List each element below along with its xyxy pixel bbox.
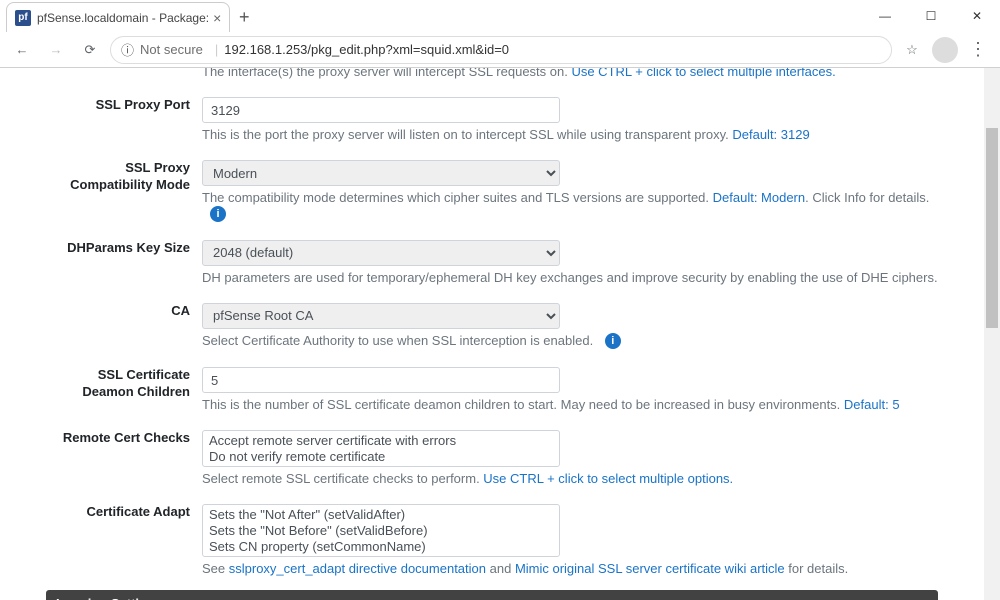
- label-compat-mode: SSL Proxy Compatibility Mode: [46, 160, 202, 222]
- tab-close-icon[interactable]: ×: [213, 10, 221, 26]
- window-close-icon[interactable]: ✕: [954, 0, 1000, 32]
- vertical-scrollbar[interactable]: [984, 68, 1000, 600]
- default-modern-link[interactable]: Default: Modern: [713, 190, 806, 205]
- scrollbar-thumb[interactable]: [986, 128, 998, 328]
- help-ca: Select Certificate Authority to use when…: [202, 333, 938, 350]
- not-secure-label: Not secure: [140, 42, 203, 57]
- forward-button[interactable]: →: [42, 36, 70, 64]
- bookmark-star-icon[interactable]: ☆: [898, 36, 926, 64]
- help-compat-mode: The compatibility mode determines which …: [202, 190, 938, 222]
- default-port-link[interactable]: Default: 3129: [732, 127, 809, 142]
- help-dhparams: DH parameters are used for temporary/eph…: [202, 270, 938, 285]
- label-ssl-proxy-port: SSL Proxy Port: [46, 97, 202, 142]
- help-cert-adapt: See sslproxy_cert_adapt directive docume…: [202, 561, 938, 576]
- cert-adapt-doc-link[interactable]: sslproxy_cert_adapt directive documentat…: [229, 561, 486, 576]
- browser-tab[interactable]: pf pfSense.localdomain - Package: ×: [6, 2, 230, 32]
- browser-titlebar: pf pfSense.localdomain - Package: × + — …: [0, 0, 1000, 32]
- remote-checks-select[interactable]: Accept remote server certificate with er…: [202, 430, 560, 467]
- help-remote-checks: Select remote SSL certificate checks to …: [202, 471, 938, 486]
- address-field[interactable]: ⓘ Not secure | 192.168.1.253/pkg_edit.ph…: [110, 36, 892, 64]
- ssl-proxy-port-input[interactable]: [202, 97, 560, 123]
- label-remote-checks: Remote Cert Checks: [46, 430, 202, 486]
- cert-adapt-select[interactable]: Sets the "Not After" (setValidAfter) Set…: [202, 504, 560, 557]
- window-maximize-icon[interactable]: ☐: [908, 0, 954, 32]
- logging-section-header: Logging Settings: [46, 590, 938, 600]
- tab-title: pfSense.localdomain - Package:: [37, 11, 209, 25]
- info-icon[interactable]: i: [210, 206, 226, 222]
- help-ssl-proxy-port: This is the port the proxy server will l…: [202, 127, 938, 142]
- help-cert-children: This is the number of SSL certificate de…: [202, 397, 938, 412]
- info-icon[interactable]: i: [605, 333, 621, 349]
- mimic-cert-link[interactable]: Mimic original SSL server certificate wi…: [515, 561, 785, 576]
- truncated-help-line: The interface(s) the proxy server will i…: [46, 68, 938, 79]
- ca-select[interactable]: pfSense Root CA: [202, 303, 560, 329]
- url-text: 192.168.1.253/pkg_edit.php?xml=squid.xml…: [224, 42, 509, 57]
- cert-children-input[interactable]: [202, 367, 560, 393]
- label-cert-adapt: Certificate Adapt: [46, 504, 202, 576]
- favicon: pf: [15, 10, 31, 26]
- label-ca: CA: [46, 303, 202, 350]
- compat-mode-select[interactable]: Modern: [202, 160, 560, 186]
- new-tab-button[interactable]: +: [230, 3, 258, 31]
- multi-interface-link[interactable]: Use CTRL + click to select multiple inte…: [571, 68, 835, 79]
- multi-options-link[interactable]: Use CTRL + click to select multiple opti…: [483, 471, 733, 486]
- url-bar: ← → ⟳ ⓘ Not secure | 192.168.1.253/pkg_e…: [0, 32, 1000, 68]
- window-minimize-icon[interactable]: —: [862, 0, 908, 32]
- dhparams-select[interactable]: 2048 (default): [202, 240, 560, 266]
- info-icon: ⓘ: [121, 40, 134, 59]
- browser-menu-icon[interactable]: ⋮: [964, 39, 992, 60]
- reload-button[interactable]: ⟳: [76, 36, 104, 64]
- profile-avatar[interactable]: [932, 37, 958, 63]
- label-cert-children: SSL Certificate Deamon Children: [46, 367, 202, 412]
- label-dhparams: DHParams Key Size: [46, 240, 202, 285]
- default-children-link[interactable]: Default: 5: [844, 397, 900, 412]
- back-button[interactable]: ←: [8, 36, 36, 64]
